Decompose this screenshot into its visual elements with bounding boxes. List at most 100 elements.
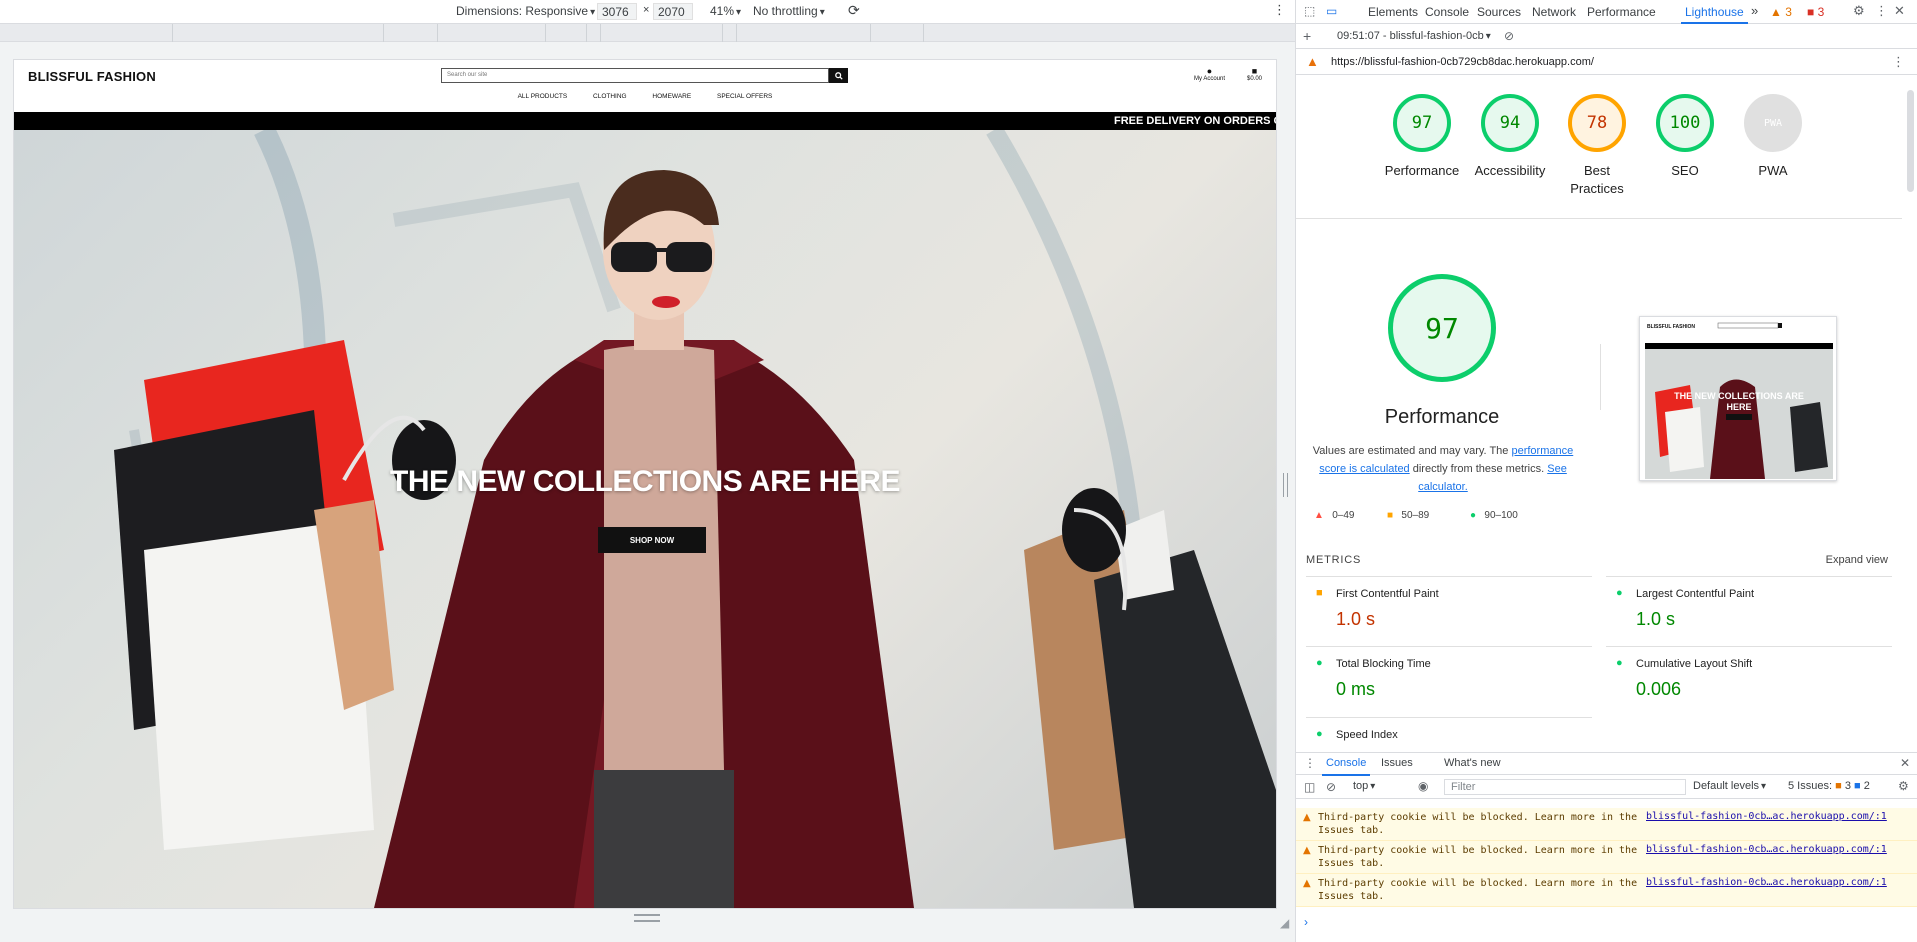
tab-elements[interactable]: Elements xyxy=(1368,5,1418,19)
pwa-badge-icon: PWA xyxy=(1744,94,1802,152)
close-devtools-icon[interactable]: ✕ xyxy=(1894,3,1905,19)
zoom-dropdown[interactable]: 41% xyxy=(710,4,741,18)
tab-performance[interactable]: Performance xyxy=(1587,5,1656,19)
drawer-tab-bar: ⋮ Console Issues What's new ✕ xyxy=(1296,753,1917,776)
pass-circle-icon: ● xyxy=(1470,510,1477,521)
console-settings-gear-icon[interactable]: ⚙ xyxy=(1898,779,1909,793)
console-filter-input[interactable]: Filter xyxy=(1444,779,1686,795)
panel-split-handle[interactable] xyxy=(1283,473,1288,497)
issues-badge[interactable]: ■ 3 xyxy=(1807,5,1824,19)
message-source-link[interactable]: blissful-fashion-0cb…ac.herokuapp.com/:1 xyxy=(1646,877,1887,888)
score-gauge: 94 xyxy=(1481,94,1539,152)
warning-icon: ▲ xyxy=(1303,878,1311,889)
report-url[interactable]: https://blissful-fashion-0cb729cb8dac.he… xyxy=(1331,56,1594,68)
devtools-panel: ⬚ ▭ Elements Console Sources Network Per… xyxy=(1295,0,1917,942)
live-expression-eye-icon[interactable]: ◉ xyxy=(1418,779,1428,793)
warnings-badge[interactable]: ▲ 3 xyxy=(1770,5,1792,19)
nav-all-products[interactable]: ALL PRODUCTS xyxy=(518,93,568,100)
corner-resize-handle[interactable]: ◢ xyxy=(1280,916,1289,930)
score-label: SEO xyxy=(1671,163,1699,178)
drawer-tab-whats-new[interactable]: What's new xyxy=(1444,757,1501,769)
desc-text-2: directly from these metrics. xyxy=(1409,463,1548,475)
hero-image xyxy=(114,130,1276,908)
score-pwa[interactable]: PWA PWA xyxy=(1731,94,1815,180)
score-accessibility[interactable]: 94 Accessibility xyxy=(1468,94,1552,180)
tab-lighthouse[interactable]: Lighthouse xyxy=(1681,5,1748,24)
metric-name: Total Blocking Time xyxy=(1336,658,1431,670)
media-query-ruler[interactable] xyxy=(0,24,1295,42)
info-issue-count: 2 xyxy=(1863,780,1870,792)
message-source-link[interactable]: blissful-fashion-0cb…ac.herokuapp.com/:1 xyxy=(1646,844,1887,855)
issues-count: 3 xyxy=(1817,5,1825,19)
throttling-dropdown[interactable]: No throttling xyxy=(753,4,825,18)
tab-sources[interactable]: Sources xyxy=(1477,5,1521,19)
svg-text:BLISSFUL FASHION: BLISSFUL FASHION xyxy=(1647,324,1695,330)
rotate-icon[interactable]: ⟳ xyxy=(848,2,860,19)
vertical-resize-handle[interactable] xyxy=(634,914,660,922)
shopping-bag-icon: ■ xyxy=(1251,66,1258,76)
tab-console[interactable]: Console xyxy=(1425,5,1469,19)
report-scroll-thumb[interactable] xyxy=(1907,90,1914,192)
devtools-tab-bar: ⬚ ▭ Elements Console Sources Network Per… xyxy=(1296,0,1917,24)
sidebar-toggle-icon[interactable]: ◫ xyxy=(1304,780,1315,794)
settings-gear-icon[interactable]: ⚙ xyxy=(1853,3,1865,19)
bag-link[interactable]: ■ $0.00 xyxy=(1247,66,1262,82)
hero-title: THE NEW COLLECTIONS ARE HERE xyxy=(390,465,900,498)
metric-tbt: ● Total Blocking Time 0 ms xyxy=(1306,646,1592,716)
shop-now-button[interactable]: SHOP NOW xyxy=(598,527,706,553)
drawer-tab-console[interactable]: Console xyxy=(1321,757,1371,776)
site-logo[interactable]: BLISSFUL FASHION xyxy=(28,69,156,84)
device-toggle-icon[interactable]: ▭ xyxy=(1326,4,1337,18)
nav-special-offers[interactable]: SPECIAL OFFERS xyxy=(717,93,772,100)
metric-value: 1.0 s xyxy=(1336,609,1376,629)
score-label: Best xyxy=(1583,163,1610,178)
site-search-input[interactable]: Search our site xyxy=(441,68,829,83)
metric-name: Speed Index xyxy=(1336,729,1398,741)
clear-console-icon[interactable]: ⊘ xyxy=(1326,780,1336,794)
clear-reports-icon[interactable]: ⊘ xyxy=(1504,29,1514,43)
desc-text: Values are estimated and may vary. The xyxy=(1312,445,1512,457)
score-label-line2: Practices xyxy=(1570,181,1624,196)
score-best-practices[interactable]: 78 Best Practices xyxy=(1555,94,1639,198)
console-toolbar: ◫ ⊘ top ◉ Filter Default levels 5 Issues… xyxy=(1296,775,1917,799)
warning-icon: ▲ xyxy=(1303,812,1311,823)
more-tabs-icon[interactable]: » xyxy=(1751,3,1758,18)
issues-counter[interactable]: 5 Issues: ■ 3 ■ 2 xyxy=(1788,780,1870,792)
new-report-icon[interactable]: + xyxy=(1303,28,1311,44)
metric-speed-index: ● Speed Index xyxy=(1306,717,1592,752)
nav-clothing[interactable]: CLOTHING xyxy=(593,93,627,100)
drawer-menu-icon[interactable]: ⋮ xyxy=(1304,756,1316,770)
tab-network[interactable]: Network xyxy=(1532,5,1576,19)
context-selector[interactable]: top xyxy=(1353,780,1375,792)
banner-text: FREE DELIVERY ON ORDERS O xyxy=(1114,115,1276,127)
log-levels-dropdown[interactable]: Default levels xyxy=(1693,780,1766,792)
report-menu-icon[interactable]: ⋮ xyxy=(1892,54,1905,70)
lighthouse-logo-icon: ▲ xyxy=(1306,54,1319,69)
expand-view-toggle[interactable]: Expand view xyxy=(1826,554,1888,566)
report-selector[interactable]: 09:51:07 - blissful-fashion-0cb xyxy=(1337,30,1491,42)
final-screenshot-thumbnail[interactable]: BLISSFUL FASHION THE NEW COLLECTIONS ARE… xyxy=(1639,316,1837,481)
bag-total: $0.00 xyxy=(1247,76,1263,82)
score-seo[interactable]: 100 SEO xyxy=(1643,94,1727,180)
console-prompt[interactable]: › xyxy=(1304,915,1308,929)
dimensions-dropdown[interactable]: Dimensions: Responsive xyxy=(456,4,595,18)
more-options-icon[interactable]: ⋮ xyxy=(1273,2,1286,18)
console-message: ▲ Third-party cookie will be blocked. Le… xyxy=(1296,841,1917,874)
inspect-icon[interactable]: ⬚ xyxy=(1304,4,1315,18)
height-input[interactable]: 2070 xyxy=(653,3,693,20)
score-performance[interactable]: 97 Performance xyxy=(1380,94,1464,180)
close-drawer-icon[interactable]: ✕ xyxy=(1900,756,1910,770)
lighthouse-report: 97 Performance 94 Accessibility 78 Best P… xyxy=(1296,76,1902,752)
account-link[interactable]: ● My Account xyxy=(1194,66,1225,82)
issues-label: 5 Issues: xyxy=(1788,780,1833,792)
nav-homeware[interactable]: HOMEWARE xyxy=(652,93,691,100)
drawer-tab-issues[interactable]: Issues xyxy=(1381,757,1413,769)
console-drawer: ⋮ Console Issues What's new ✕ ◫ ⊘ top ◉ … xyxy=(1296,752,1917,942)
message-source-link[interactable]: blissful-fashion-0cb…ac.herokuapp.com/:1 xyxy=(1646,811,1887,822)
search-icon[interactable] xyxy=(829,68,848,83)
width-input[interactable]: 3076 xyxy=(597,3,637,20)
metric-value: 1.0 s xyxy=(1636,609,1676,629)
message-text: Third-party cookie will be blocked. Lear… xyxy=(1318,845,1638,869)
customize-menu-icon[interactable]: ⋮ xyxy=(1875,3,1888,19)
score-gauge: 97 xyxy=(1393,94,1451,152)
